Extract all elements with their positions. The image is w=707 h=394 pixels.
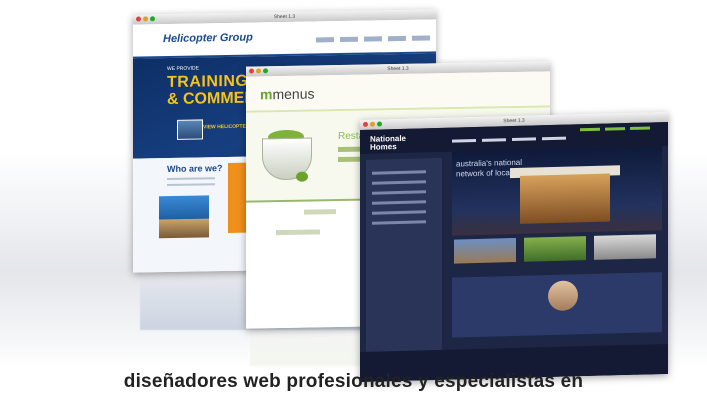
sidebar — [366, 157, 442, 360]
minimize-icon[interactable] — [256, 68, 261, 74]
close-icon[interactable] — [249, 68, 254, 74]
site-header: Helicopter Group — [133, 19, 436, 59]
nav-item[interactable] — [388, 35, 406, 42]
section-heading: Who are we? — [167, 163, 223, 175]
nav-item[interactable] — [412, 35, 430, 41]
caption-text: diseñadores web profesionales y especial… — [123, 371, 584, 392]
minimize-icon[interactable] — [143, 16, 148, 22]
maximize-icon[interactable] — [150, 16, 155, 22]
close-icon[interactable] — [363, 121, 368, 127]
logo-line-2: Homes — [370, 142, 397, 152]
house-image — [520, 173, 610, 224]
form-field[interactable] — [276, 229, 320, 236]
window-title: Sheet 1.3 — [387, 65, 409, 73]
promo-image — [159, 195, 209, 239]
logo-text: menus — [272, 85, 315, 103]
gallery-thumbnail[interactable] — [177, 119, 203, 140]
close-icon[interactable] — [136, 16, 141, 22]
maximize-icon[interactable] — [263, 68, 268, 74]
orange-sidebar — [228, 162, 246, 233]
nav-item[interactable] — [580, 127, 600, 132]
window-title: Sheet 1.3 — [503, 117, 525, 125]
thumbnail[interactable] — [594, 234, 656, 260]
nav-item[interactable] — [452, 138, 476, 143]
minimize-icon[interactable] — [370, 121, 375, 127]
nav-item[interactable] — [605, 127, 625, 131]
maximize-icon[interactable] — [377, 121, 382, 127]
hero-kicker: WE PROVIDE — [167, 65, 199, 73]
nav-item[interactable] — [316, 37, 334, 43]
hero-headline-1: australia's national — [456, 157, 523, 169]
site-logo[interactable]: mmenus — [260, 85, 314, 102]
nav-item[interactable] — [482, 138, 506, 142]
thumbnail[interactable] — [454, 237, 516, 264]
nav-item[interactable] — [542, 136, 566, 141]
thumbnail[interactable] — [524, 236, 586, 262]
hero-headline-2: network of local — [456, 168, 512, 179]
nav-item[interactable] — [630, 126, 650, 130]
form-field[interactable] — [304, 209, 336, 215]
nav-item[interactable] — [340, 36, 358, 43]
logo-mark: m — [260, 86, 273, 103]
window-national-homes[interactable]: Sheet 1.3 Nationale Homes australia's na… — [360, 111, 668, 383]
nav-item[interactable] — [512, 137, 536, 142]
site-header: mmenus — [246, 71, 550, 111]
site-logo[interactable]: Nationale Homes — [370, 134, 406, 152]
window-title: Sheet 1.3 — [273, 13, 296, 21]
site-logo[interactable]: Helicopter Group — [163, 32, 253, 46]
site-nav — [316, 35, 430, 43]
nav-item[interactable] — [364, 36, 382, 42]
